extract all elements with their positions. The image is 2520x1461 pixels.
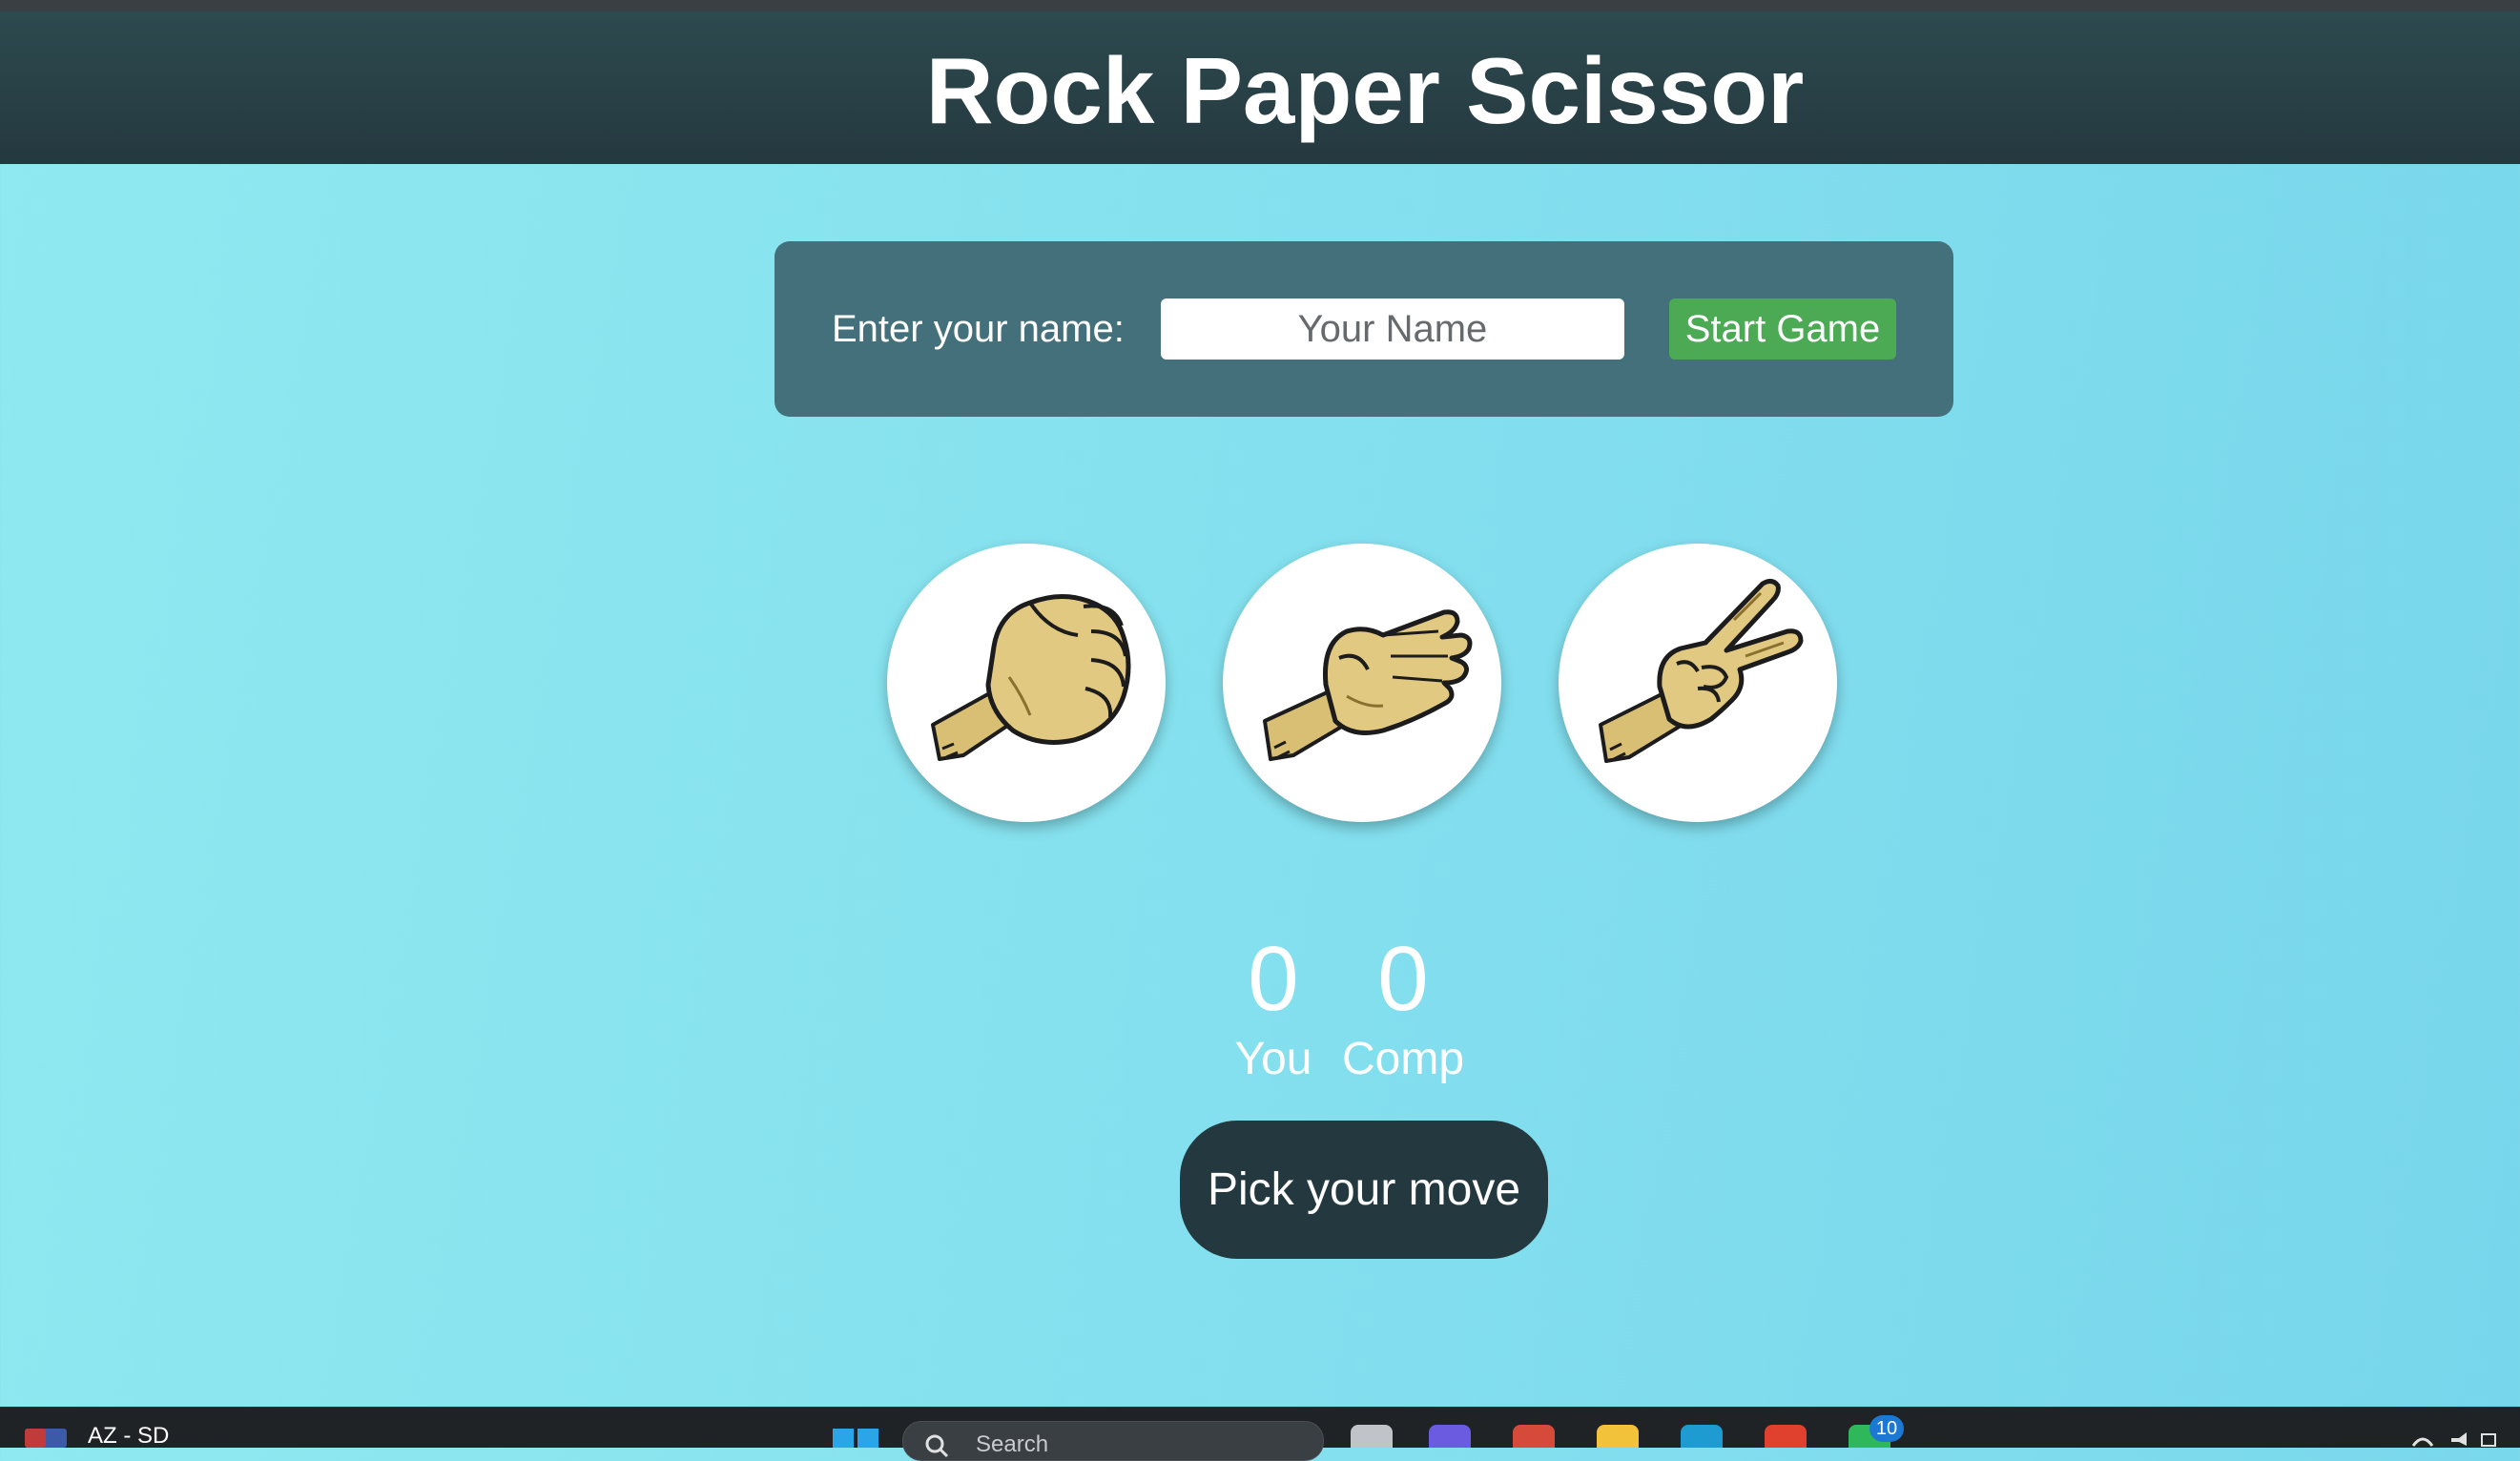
message-box: Pick your move: [1180, 1121, 1548, 1259]
search-icon: [925, 1434, 949, 1458]
comp-score-label: Comp: [1341, 1034, 1465, 1084]
notification-badge: 10: [1869, 1415, 1904, 1442]
chrome-icon[interactable]: [1513, 1425, 1555, 1448]
comp-score: 0: [1377, 928, 1429, 1030]
name-input[interactable]: [1161, 298, 1624, 360]
browser-top-strip: [0, 0, 2520, 11]
paper-hand-icon: [1263, 609, 1473, 761]
user-score: 0: [1248, 928, 1299, 1030]
user-score-label: You: [1234, 1034, 1312, 1084]
windows-start-icon[interactable]: [833, 1429, 878, 1448]
taskbar: AZ - SD Search 10: [0, 1407, 2520, 1461]
page-header: Rock Paper Scissor: [0, 11, 2520, 164]
page-title: Rock Paper Scissor: [925, 38, 1805, 143]
taskbar-widget-text[interactable]: AZ - SD: [88, 1423, 169, 1450]
name-label: Enter your name:: [832, 308, 1125, 350]
brave-icon[interactable]: [1765, 1425, 1807, 1448]
scissors-hand-icon: [1599, 578, 1804, 763]
start-game-button[interactable]: Start Game: [1669, 298, 1896, 360]
file-explorer-icon[interactable]: [1597, 1425, 1639, 1448]
choice-scissors[interactable]: [1559, 544, 1837, 822]
team-logo-icon: [25, 1429, 67, 1448]
system-tray-icons[interactable]: [2404, 1429, 2499, 1448]
taskbar-search-placeholder: Search: [976, 1431, 1049, 1457]
choice-paper[interactable]: [1223, 544, 1501, 822]
edge-icon[interactable]: [1681, 1425, 1723, 1448]
copilot-icon[interactable]: [1429, 1425, 1471, 1448]
user-score-block: 0 You: [1207, 930, 1340, 1086]
name-entry-panel: Enter your name: Start Game: [775, 241, 1953, 417]
choice-rock[interactable]: [887, 544, 1166, 822]
task-view-icon[interactable]: [1351, 1425, 1393, 1448]
comp-score-block: 0 Comp: [1336, 930, 1470, 1086]
rock-fist-icon: [931, 594, 1131, 761]
taskbar-search[interactable]: Search: [902, 1421, 1324, 1461]
